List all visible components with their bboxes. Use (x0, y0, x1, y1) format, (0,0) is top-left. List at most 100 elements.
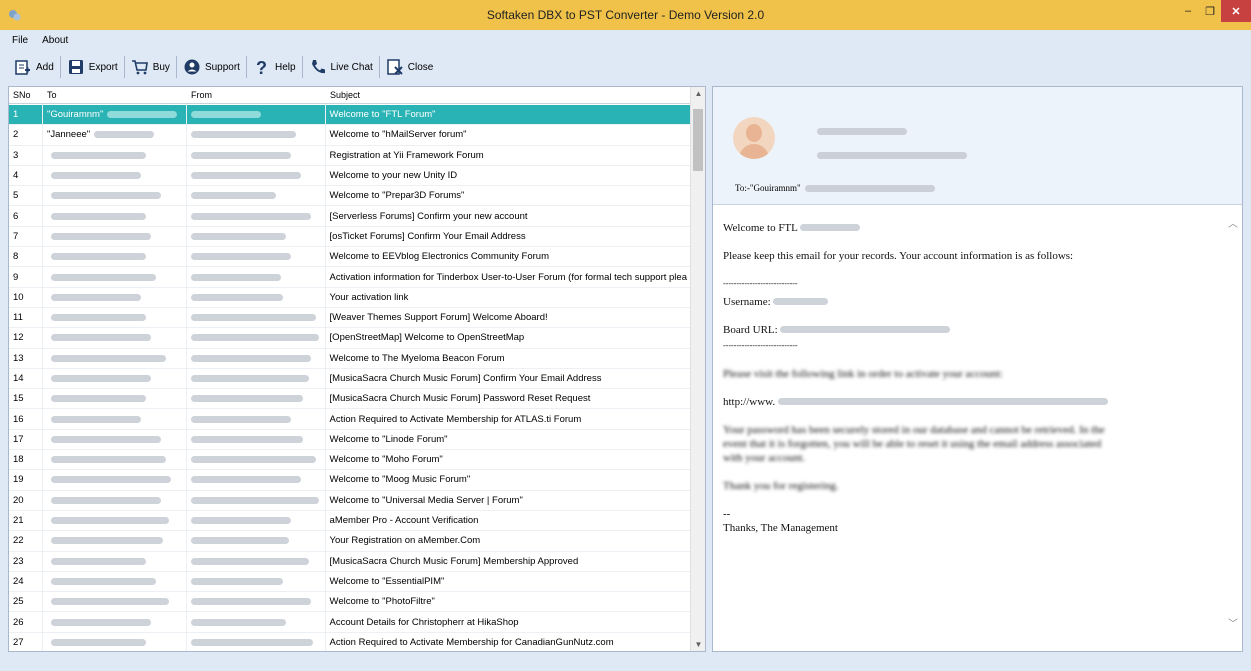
menu-file[interactable]: File (12, 35, 28, 46)
add-button[interactable]: Add (8, 54, 60, 80)
body-link[interactable]: http://www. (723, 396, 775, 408)
table-row[interactable]: 2 "Janneee" Welcome to "hMailServer forum" (9, 125, 691, 146)
cell-to (43, 389, 187, 409)
cell-subject: Action Required to Activate Membership f… (326, 409, 691, 429)
table-row[interactable]: 27 Action Required to Activate Membership… (9, 632, 691, 651)
cell-subject: Welcome to "Universal Media Server | For… (326, 490, 691, 510)
table-row[interactable]: 8 Welcome to EEVblog Electronics Communit… (9, 247, 691, 268)
cell-to (43, 287, 187, 307)
body-thanks: Thank you for registering. (723, 480, 839, 492)
table-row[interactable]: 7 [osTicket Forums] Confirm Your Email Ad… (9, 226, 691, 248)
table-row[interactable]: 15 [MusicaSacra Church Music Forum] Passw… (9, 389, 691, 410)
cell-to (43, 632, 187, 651)
cell-from (187, 287, 326, 307)
add-label: Add (36, 61, 54, 73)
table-row[interactable]: 26 Account Details for Christopherr at Hi… (9, 612, 691, 633)
cell-sno: 6 (9, 206, 43, 226)
cell-subject: Welcome to "EssentialPIM" (326, 571, 691, 592)
table-row[interactable]: 11 [Weaver Themes Support Forum] Welcome … (9, 307, 691, 329)
scroll-up-icon[interactable]: ▲ (691, 89, 705, 98)
table-row[interactable]: 14 [MusicaSacra Church Music Forum] Confi… (9, 368, 691, 390)
table-row[interactable]: 21 aMember Pro - Account Verification (9, 510, 691, 532)
cell-from (187, 632, 326, 651)
cell-subject: [Weaver Themes Support Forum] Welcome Ab… (326, 307, 691, 328)
menu-bar: File About (0, 30, 1251, 50)
cell-to (43, 571, 187, 592)
maximize-button[interactable]: ❐ (1199, 0, 1221, 22)
table-row[interactable]: 20 Welcome to "Universal Media Server | F… (9, 490, 691, 511)
support-button[interactable]: Support (177, 54, 246, 80)
minimize-button[interactable]: – (1177, 0, 1199, 22)
cell-from (187, 429, 326, 450)
table-row[interactable]: 4 Welcome to your new Unity ID (9, 165, 691, 187)
table-row[interactable]: 18 Welcome to "Moho Forum" (9, 450, 691, 471)
cell-to (43, 450, 187, 470)
cell-from (187, 348, 326, 368)
table-row[interactable]: 13 Welcome to The Myeloma Beacon Forum (9, 348, 691, 369)
cell-sno: 4 (9, 165, 43, 186)
save-icon (68, 60, 83, 74)
cell-to (43, 145, 187, 165)
column-header-sno[interactable]: SNo (9, 87, 43, 103)
cell-to-text: "Janneee" (46, 129, 91, 141)
cell-to (43, 368, 187, 389)
cell-subject: [MusicaSacra Church Music Forum] Confirm… (326, 368, 691, 389)
column-header-to[interactable]: To (43, 87, 187, 103)
cell-to (43, 328, 187, 348)
menu-about[interactable]: About (42, 35, 68, 46)
live-chat-button[interactable]: Live Chat (303, 54, 379, 80)
body-signature: Thanks, The Management (723, 522, 838, 534)
cell-subject: Your activation link (326, 287, 691, 307)
cell-from (187, 531, 326, 551)
preview-body: Welcome to FTL Please keep this email fo… (713, 207, 1242, 651)
live-chat-label: Live Chat (330, 61, 373, 73)
column-header-from[interactable]: From (187, 87, 326, 103)
table-row[interactable]: 22 Your Registration on aMember.Com (9, 531, 691, 552)
preview-scroll-down-icon[interactable]: ﹀ (1228, 615, 1238, 630)
preview-subject (817, 151, 967, 162)
cell-sno: 27 (9, 632, 43, 651)
table-row[interactable]: 25 Welcome to "PhotoFiltre" (9, 592, 691, 613)
scroll-down-icon[interactable]: ▼ (691, 640, 705, 649)
scroll-thumb[interactable] (693, 109, 703, 171)
table-row[interactable]: 6 [Serverless Forums] Confirm your new ac… (9, 206, 691, 227)
close-button[interactable]: Close (380, 54, 440, 80)
cell-to: "Gouiramnm" (43, 105, 187, 125)
cell-from (187, 490, 326, 510)
table-row[interactable]: 3 Registration at Yii Framework Forum (9, 145, 691, 166)
cell-sno: 10 (9, 287, 43, 307)
list-rows: 1 "Gouiramnm" Welcome to "FTL Forum" 2 "Jann… (9, 105, 691, 651)
table-row[interactable]: 10 Your activation link (9, 287, 691, 308)
cell-to (43, 470, 187, 490)
table-row[interactable]: 19 Welcome to "Moog Music Forum" (9, 470, 691, 491)
export-button[interactable]: Export (61, 54, 124, 80)
table-row[interactable]: 12 [OpenStreetMap] Welcome to OpenStreetM… (9, 328, 691, 349)
toolbar: Add Export Buy Support ? Help Live Chat … (0, 50, 1251, 84)
table-row[interactable]: 16 Action Required to Activate Membership… (9, 409, 691, 430)
support-icon (184, 59, 200, 75)
help-button[interactable]: ? Help (247, 54, 302, 80)
cell-from (187, 226, 326, 247)
table-row[interactable]: 17 Welcome to "Linode Forum" (9, 429, 691, 451)
cell-sno: 16 (9, 409, 43, 429)
buy-button[interactable]: Buy (125, 54, 176, 80)
cell-to (43, 348, 187, 368)
window-title: Softaken DBX to PST Converter - Demo Ver… (486, 8, 765, 22)
table-row[interactable]: 24 Welcome to "EssentialPIM" (9, 571, 691, 593)
help-label: Help (274, 61, 296, 73)
body-board-label: Board URL: (723, 324, 778, 336)
table-row[interactable]: 1 "Gouiramnm" Welcome to "FTL Forum" (9, 105, 691, 126)
table-row[interactable]: 9 Activation information for Tinderbox Us… (9, 267, 691, 288)
cell-from (187, 307, 326, 328)
cell-to (43, 186, 187, 206)
body-username-label: Username: (723, 296, 771, 308)
table-row[interactable]: 5 Welcome to "Prepar3D Forums" (9, 186, 691, 207)
cell-from (187, 612, 326, 632)
column-header-subject[interactable]: Subject (326, 87, 692, 103)
table-row[interactable]: 23 [MusicaSacra Church Music Forum] Membe… (9, 551, 691, 572)
cell-sno: 21 (9, 510, 43, 531)
list-scrollbar[interactable]: ▲ ▼ (690, 87, 705, 651)
body-visit: Please visit the following link in order… (723, 368, 1003, 380)
close-window-button[interactable]: ✕ (1221, 0, 1251, 22)
cell-subject: Account Details for Christopherr at Hika… (326, 612, 691, 632)
